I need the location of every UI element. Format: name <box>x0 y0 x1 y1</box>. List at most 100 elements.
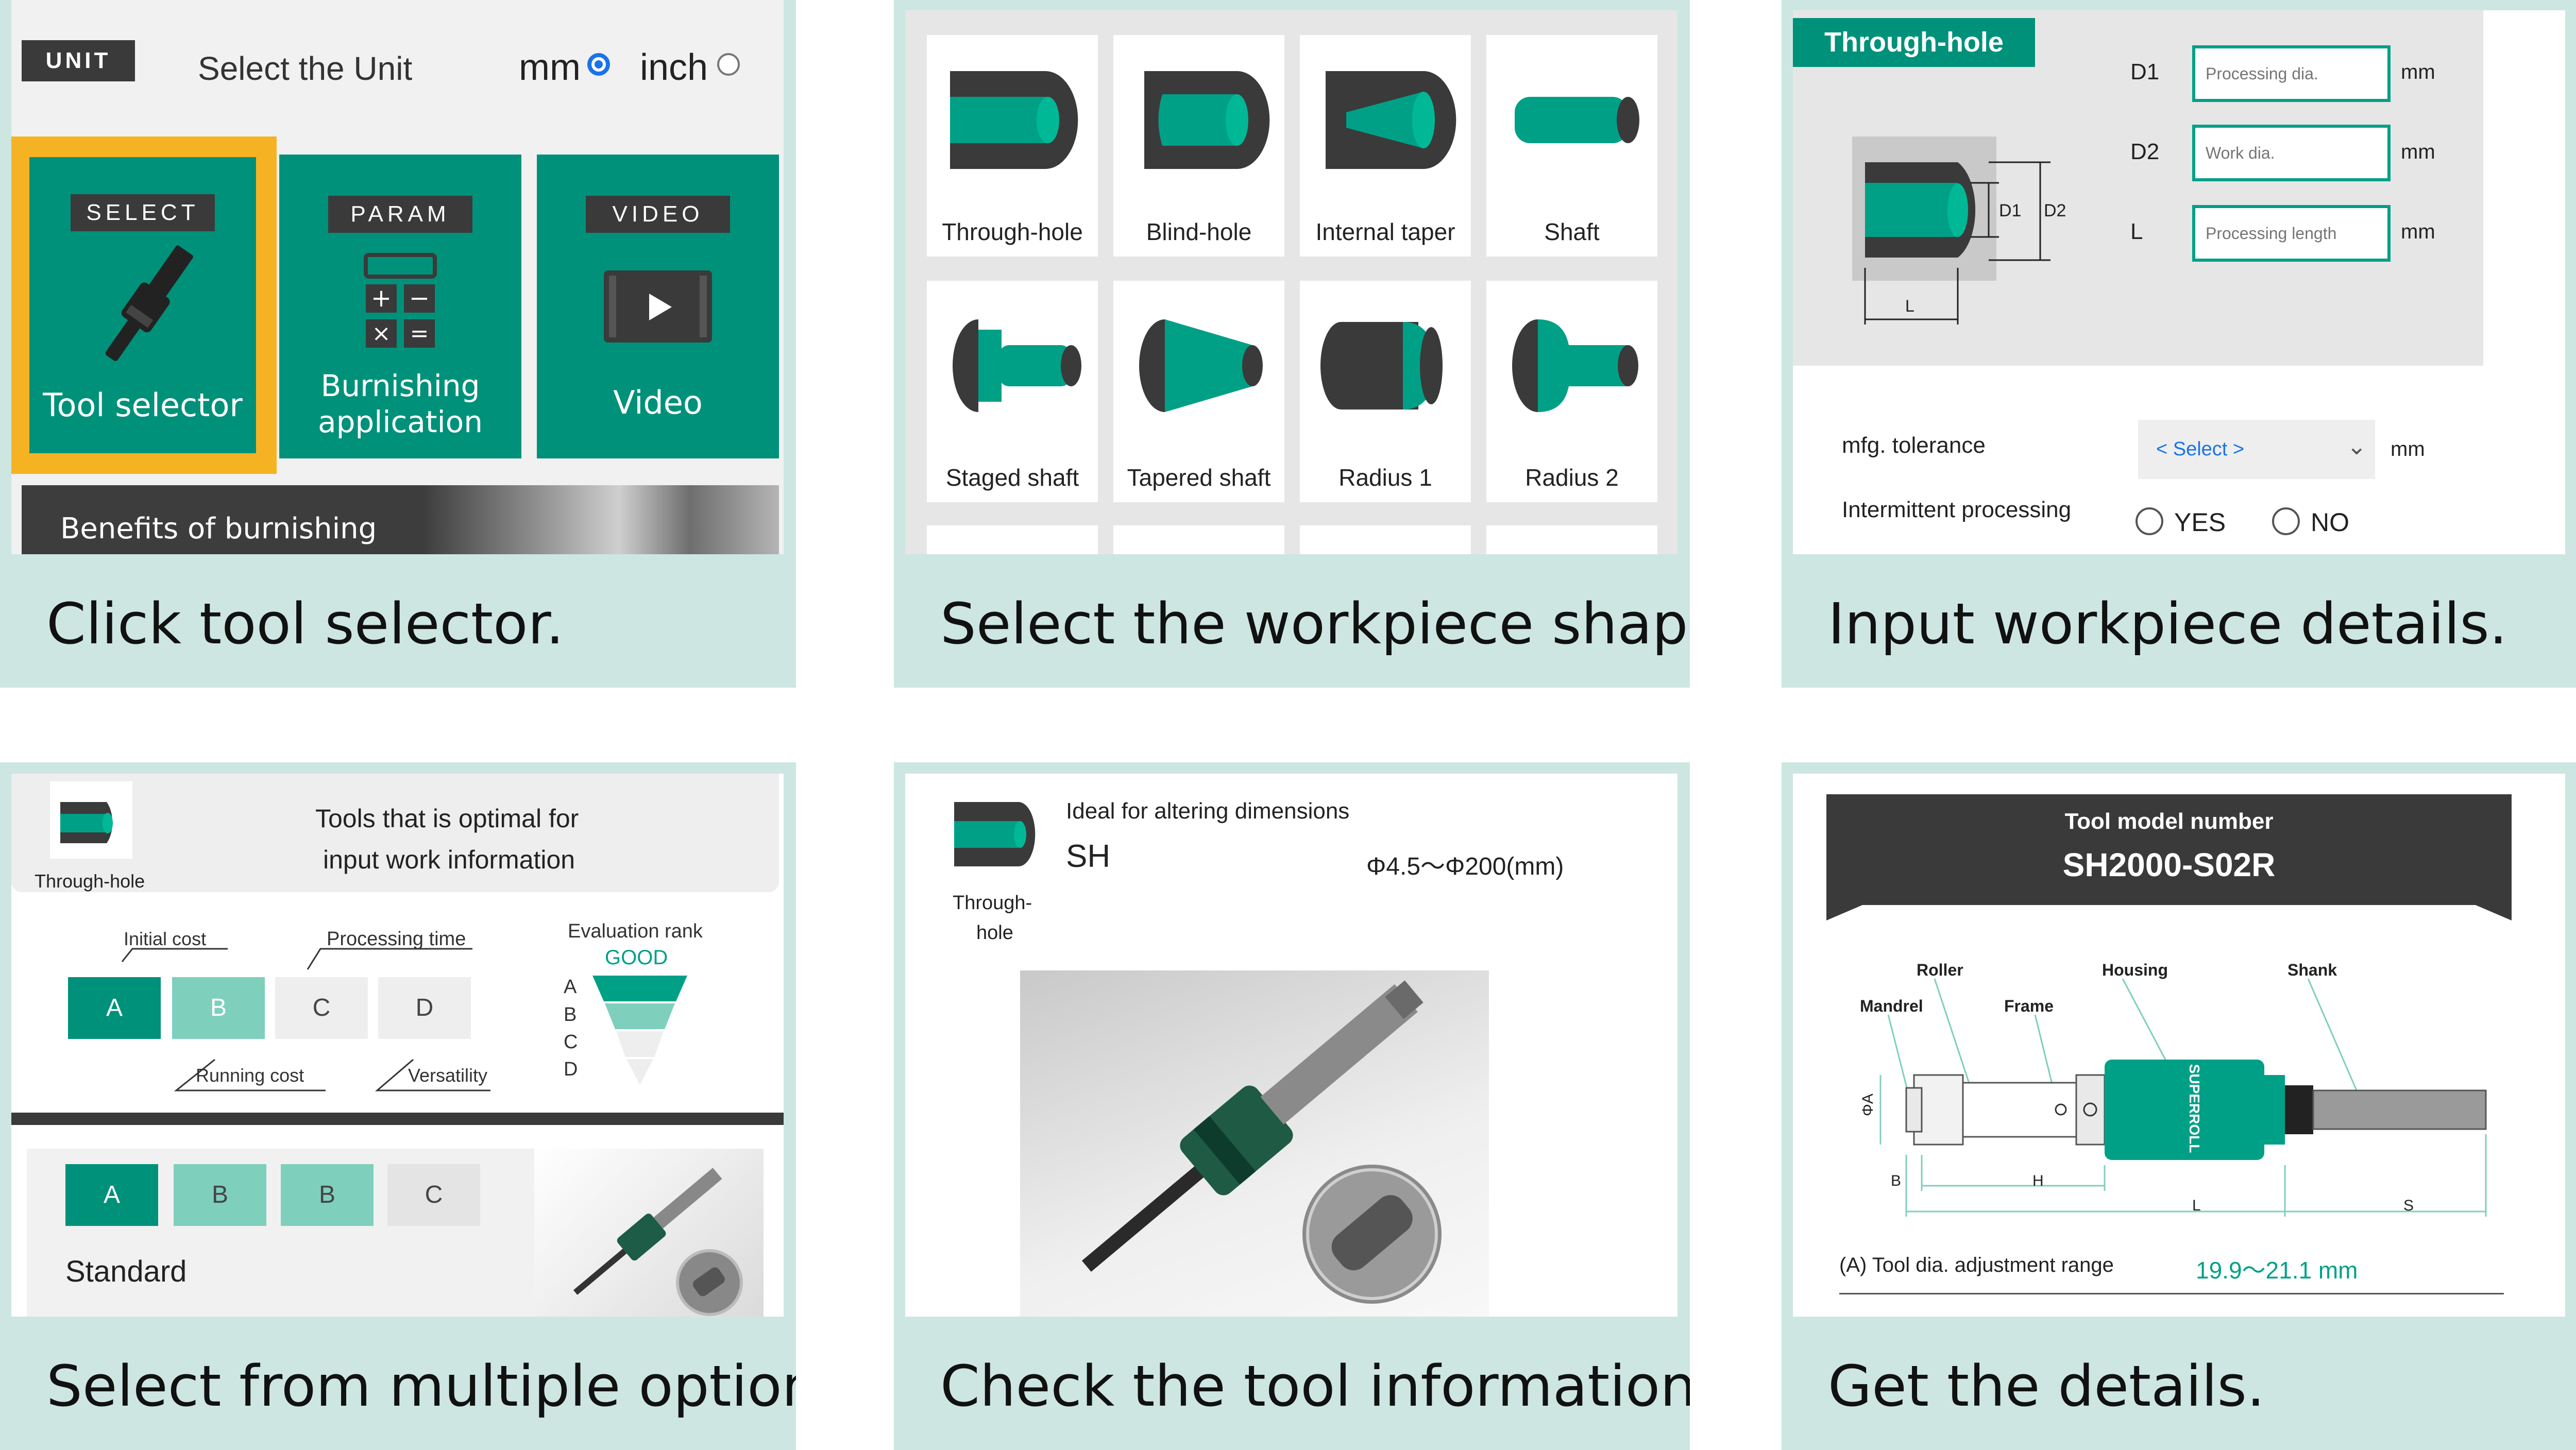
shape-label-line1: Through- <box>953 892 1032 914</box>
caption-5: Check the tool information. <box>894 1317 1690 1450</box>
param-label-line1: Burnishing <box>320 368 480 403</box>
tolerance-select[interactable]: < Select > ⌄ <box>2138 420 2375 479</box>
no-label: NO <box>2311 508 2349 537</box>
tolerance-label: mfg. tolerance <box>1842 433 1986 458</box>
no-radio[interactable] <box>2272 507 2300 535</box>
option-grade: C <box>387 1164 480 1226</box>
option-grade: A <box>65 1164 158 1226</box>
internal-taper-icon <box>1326 71 1456 169</box>
step-panel-3: Through-hole D1 D2 L D1 mm D2 mm L mm <box>1782 0 2576 688</box>
shape-blind-hole[interactable]: Blind-hole <box>1113 35 1284 257</box>
shape-tile-partial[interactable] <box>927 525 1098 554</box>
shape-tile-partial[interactable] <box>1300 525 1471 554</box>
shaft-icon <box>1515 97 1639 143</box>
param-label-line2: application <box>318 404 483 439</box>
tool-schematic: ΦA B H L S SUPERROLL <box>1859 978 2487 1217</box>
shape-through-hole[interactable]: Through-hole <box>927 35 1098 257</box>
dim-a-label: ΦA <box>1859 1094 1876 1116</box>
shape-staged-shaft[interactable]: Staged shaft <box>927 281 1098 502</box>
chevron-down-icon: ⌄ <box>2347 433 2367 459</box>
d2-unit: mm <box>2401 141 2435 163</box>
option-card[interactable]: A B B C Standard <box>27 1149 764 1317</box>
option-name: Standard <box>65 1255 187 1288</box>
part-frame: Frame <box>2004 997 2054 1015</box>
tolerance-select-value: < Select > <box>2156 438 2245 460</box>
screen-workpiece-details: Through-hole D1 D2 L D1 mm D2 mm L mm <box>1793 10 2565 554</box>
tapered-shaft-icon <box>1139 319 1263 412</box>
brand-text: SUPERROLL <box>2187 1064 2202 1153</box>
svg-text:=: = <box>410 320 429 347</box>
caption-4: Select from multiple options. <box>0 1317 796 1450</box>
shape-label: Blind-hole <box>1146 218 1252 245</box>
rank-b: B <box>564 1004 577 1026</box>
tolerance-unit: mm <box>2391 438 2425 460</box>
screen-options: Through-hole Tools that is optimal for i… <box>11 774 784 1317</box>
param-tile[interactable]: PARAM + − × = Burnishing application <box>279 155 521 458</box>
d1-input[interactable] <box>2192 45 2391 102</box>
staged-shaft-icon <box>953 319 1081 412</box>
benefits-banner[interactable]: Benefits of burnishing <box>22 485 779 554</box>
unit-mm-label: mm <box>519 47 581 88</box>
shape-label: Radius 1 <box>1338 464 1432 491</box>
shape-label: Through-hole <box>942 218 1083 245</box>
dim-b-label: B <box>1891 1172 1901 1189</box>
unit-inch-radio[interactable] <box>717 53 740 76</box>
evaluation-funnel <box>592 976 687 1085</box>
radius-1-icon <box>1320 322 1443 410</box>
shape-tile-partial[interactable] <box>1113 525 1284 554</box>
l-unit: mm <box>2401 220 2435 243</box>
part-roller: Roller <box>1917 961 1963 979</box>
shape-tile-partial[interactable] <box>1486 525 1657 554</box>
dim-s-label: S <box>2403 1197 2414 1214</box>
shape-label: Tapered shaft <box>1127 464 1271 491</box>
spec-label: (A) Tool dia. adjustment range <box>1839 1254 2114 1276</box>
through-hole-icon <box>954 802 1036 866</box>
dim-h-label: H <box>2032 1172 2044 1189</box>
caption-1: Click tool selector. <box>0 554 796 688</box>
blind-hole-icon <box>1144 71 1270 169</box>
video-tile[interactable]: VIDEO Video <box>537 155 779 458</box>
screen-tool-info: Through- hole Ideal for altering dimensi… <box>905 774 1677 1317</box>
screen-unit-select: UNIT Select the Unit mm inch SELECT Tool <box>11 0 784 554</box>
d1-unit: mm <box>2401 61 2435 83</box>
tool-subtitle: Ideal for altering dimensions <box>1066 798 1350 824</box>
intermittent-label: Intermittent processing <box>1842 497 2072 522</box>
caption-3: Input workpiece details. <box>1782 554 2576 688</box>
tool-image <box>1081 980 1442 1304</box>
dim-l-label: L <box>2192 1197 2201 1214</box>
rank-d: D <box>564 1059 578 1080</box>
svg-text:−: − <box>409 284 430 313</box>
select-unit-label: Select the Unit <box>198 50 413 87</box>
part-housing: Housing <box>2102 961 2168 979</box>
section-divider <box>11 1113 784 1125</box>
screen-shape-select: Through-hole Blind-hole Internal taper S… <box>905 10 1677 554</box>
unit-mm-radio[interactable] <box>587 53 610 76</box>
d2-dim-label: D2 <box>2044 201 2066 220</box>
option-photo <box>534 1149 764 1317</box>
step-panel-1: UNIT Select the Unit mm inch SELECT Tool <box>0 0 796 688</box>
screen-tool-details: Tool model number SH2000-S02R ΦA B H L S… <box>1793 774 2565 1317</box>
tool-selector-tile[interactable]: SELECT Tool selector <box>11 137 277 474</box>
shape-label: Internal taper <box>1315 218 1455 245</box>
step-panel-4: Through-hole Tools that is optimal for i… <box>0 762 796 1450</box>
tool-photo <box>1020 970 1489 1317</box>
d2-label: D2 <box>2130 139 2160 164</box>
l-input[interactable] <box>2192 205 2391 262</box>
option-grade: B <box>174 1164 266 1226</box>
shape-shaft[interactable]: Shaft <box>1486 35 1657 257</box>
shape-label: Radius 2 <box>1525 464 1619 491</box>
step-panel-2: Through-hole Blind-hole Internal taper S… <box>894 0 1690 688</box>
yes-radio[interactable] <box>2136 507 2163 535</box>
caption-6: Get the details. <box>1782 1317 2576 1450</box>
shape-radius-1[interactable]: Radius 1 <box>1300 281 1471 502</box>
step-panel-5: Through- hole Ideal for altering dimensi… <box>894 762 1690 1450</box>
shape-tapered-shaft[interactable]: Tapered shaft <box>1113 281 1284 502</box>
unit-inch-label: inch <box>640 47 708 88</box>
d2-input[interactable] <box>2192 125 2391 181</box>
spec-value: 19.9〜21.1 mm <box>2196 1257 2358 1284</box>
svg-text:×: × <box>372 320 391 347</box>
shape-internal-taper[interactable]: Internal taper <box>1300 35 1471 257</box>
shape-radius-2[interactable]: Radius 2 <box>1486 281 1657 502</box>
unit-tag: UNIT <box>22 40 135 81</box>
shape-label: Shaft <box>1544 218 1600 245</box>
